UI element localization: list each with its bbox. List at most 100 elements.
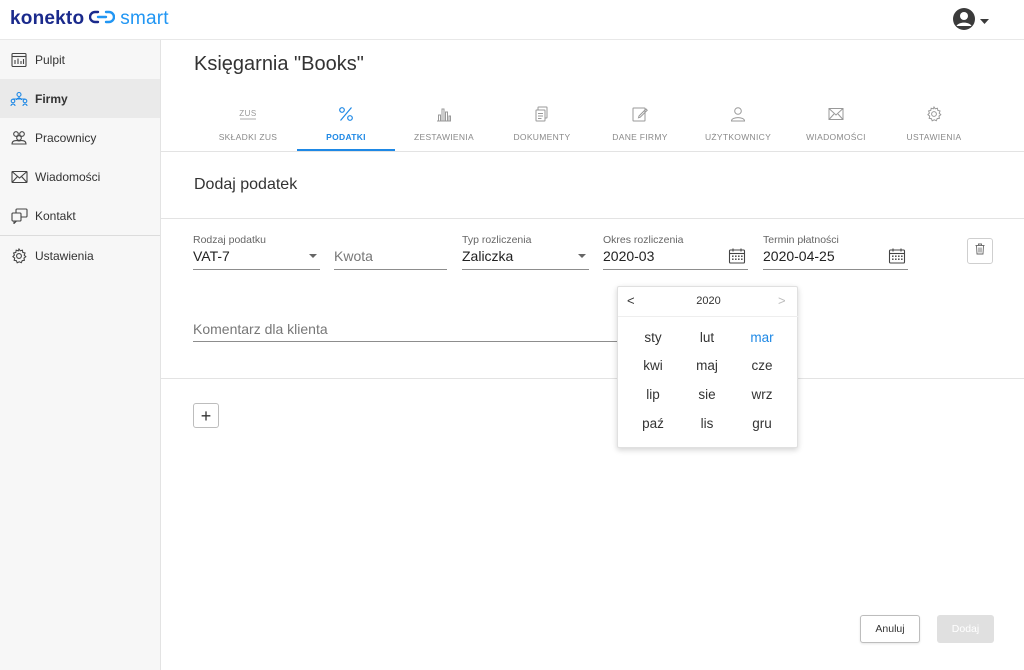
tab-label: USTAWIENIA	[906, 132, 962, 142]
month-option[interactable]: sie	[682, 387, 732, 402]
envelope-icon	[10, 168, 28, 186]
tab-skladki-zus[interactable]: ZUS SKŁADKI ZUS	[199, 96, 297, 151]
contact-icon	[10, 207, 28, 225]
bar-chart-icon	[436, 104, 452, 124]
sidebar-item-label: Pulpit	[35, 52, 66, 67]
sidebar-item-label: Ustawienia	[35, 248, 94, 263]
section-divider	[161, 218, 1024, 219]
sidebar-item-pracownicy[interactable]: Pracownicy	[0, 118, 160, 157]
month-option[interactable]: maj	[682, 358, 732, 373]
tab-label: WIADOMOŚCI	[806, 132, 866, 142]
tab-podatki[interactable]: PODATKI	[297, 96, 395, 151]
zus-icon: ZUS	[238, 104, 258, 124]
employees-icon	[10, 129, 28, 147]
section-title: Dodaj podatek	[194, 176, 298, 193]
dashboard-icon	[10, 51, 28, 69]
gear-icon	[926, 104, 942, 124]
settlement-period-value: 2020-03	[603, 248, 655, 264]
tab-wiadomosci[interactable]: WIADOMOŚCI	[787, 96, 885, 151]
logo-text-left: konekto	[10, 8, 85, 29]
logo-mark-icon	[89, 8, 116, 30]
companies-icon	[10, 90, 28, 108]
envelope-icon	[828, 104, 844, 124]
logo-text-right: smart	[120, 8, 169, 29]
edit-icon	[632, 104, 648, 124]
sidebar-item-firmy[interactable]: Firmy	[0, 79, 160, 118]
month-option[interactable]: gru	[737, 416, 787, 431]
settlement-period-field[interactable]: Okres rozliczenia 2020-03	[603, 234, 748, 270]
tab-zestawienia[interactable]: ZESTAWIENIA	[395, 96, 493, 151]
tab-label: SKŁADKI ZUS	[218, 132, 278, 142]
payment-due-field[interactable]: Termin płatności 2020-04-25	[763, 234, 908, 270]
caret-down-icon	[578, 254, 586, 258]
calendar-icon[interactable]	[728, 247, 746, 270]
client-comment-placeholder: Komentarz dla klienta	[193, 321, 328, 337]
percent-icon	[338, 104, 354, 124]
sidebar-item-kontakt[interactable]: Kontakt	[0, 196, 160, 235]
app-logo[interactable]: konekto smart	[10, 8, 169, 30]
tax-type-select[interactable]: Rodzaj podatku VAT-7	[193, 234, 320, 270]
sidebar-item-label: Wiadomości	[35, 169, 101, 184]
tabs-divider	[161, 151, 1024, 152]
amount-placeholder: Kwota	[334, 248, 373, 264]
sidebar-item-label: Kontakt	[35, 208, 76, 223]
tax-type-value: VAT-7	[193, 248, 230, 264]
month-option[interactable]: lip	[628, 387, 678, 402]
sidebar-item-wiadomosci[interactable]: Wiadomości	[0, 157, 160, 196]
sidebar-item-pulpit[interactable]: Pulpit	[0, 40, 160, 79]
trash-icon	[975, 242, 985, 260]
settlement-type-select[interactable]: Typ rozliczenia Zaliczka	[462, 234, 589, 270]
month-option[interactable]: wrz	[737, 387, 787, 402]
month-picker-header: 2020 < >	[618, 287, 799, 317]
top-bar: konekto smart	[0, 0, 1024, 40]
tab-bar: ZUS SKŁADKI ZUS PODATKI ZESTAWIENIA DOKU…	[199, 96, 983, 151]
month-option[interactable]: lis	[682, 416, 732, 431]
picker-year: 2020	[696, 295, 721, 307]
sidebar-item-ustawienia[interactable]: Ustawienia	[0, 236, 160, 275]
add-tax-button[interactable]: +	[193, 403, 219, 428]
calendar-icon[interactable]	[888, 247, 906, 270]
sidebar: Pulpit Firmy Pracownicy Wiadomości Konta…	[0, 40, 161, 670]
amount-input[interactable]: Kwota	[334, 234, 447, 270]
month-option[interactable]: sty	[628, 330, 678, 345]
user-menu-button[interactable]	[952, 7, 994, 36]
cancel-button[interactable]: Anuluj	[860, 615, 920, 643]
tab-label: UŻYTKOWNICY	[704, 132, 772, 142]
gear-icon	[10, 247, 28, 265]
tab-label: DOKUMENTY	[513, 132, 571, 142]
month-option[interactable]: cze	[737, 358, 787, 373]
settlement-type-label: Typ rozliczenia	[462, 234, 532, 246]
month-option[interactable]: lut	[682, 330, 732, 345]
previous-year-button[interactable]: <	[627, 293, 635, 308]
payment-due-value: 2020-04-25	[763, 248, 835, 264]
settlement-period-label: Okres rozliczenia	[603, 234, 684, 246]
form-divider	[161, 378, 1024, 379]
submit-button[interactable]: Dodaj	[937, 615, 994, 643]
svg-text:ZUS: ZUS	[239, 109, 257, 118]
tab-dane-firmy[interactable]: DANE FIRMY	[591, 96, 689, 151]
sidebar-item-label: Firmy	[35, 91, 68, 106]
month-option-selected[interactable]: mar	[737, 330, 787, 345]
month-option[interactable]: paź	[628, 416, 678, 431]
documents-icon	[535, 104, 549, 124]
tab-dokumenty[interactable]: DOKUMENTY	[493, 96, 591, 151]
tab-label: ZESTAWIENIA	[414, 132, 474, 142]
month-picker: 2020 < > sty lut mar kwi maj cze lip sie…	[617, 286, 799, 448]
plus-icon: +	[200, 405, 212, 426]
settlement-type-value: Zaliczka	[462, 248, 514, 264]
tab-label: PODATKI	[326, 132, 366, 142]
user-icon	[730, 104, 746, 124]
caret-down-icon	[309, 254, 317, 258]
payment-due-label: Termin płatności	[763, 234, 839, 246]
tab-uzytkownicy[interactable]: UŻYTKOWNICY	[689, 96, 787, 151]
tax-type-label: Rodzaj podatku	[193, 234, 266, 246]
chevron-down-icon	[980, 12, 989, 30]
delete-tax-button[interactable]	[967, 238, 993, 264]
tab-ustawienia[interactable]: USTAWIENIA	[885, 96, 983, 151]
user-circle-icon	[952, 7, 976, 36]
next-year-button[interactable]: >	[778, 293, 786, 308]
tab-label: DANE FIRMY	[612, 132, 668, 142]
main-content: Księgarnia "Books" ZUS SKŁADKI ZUS PODAT…	[161, 40, 1024, 670]
sidebar-item-label: Pracownicy	[35, 130, 97, 145]
month-option[interactable]: kwi	[628, 358, 678, 373]
